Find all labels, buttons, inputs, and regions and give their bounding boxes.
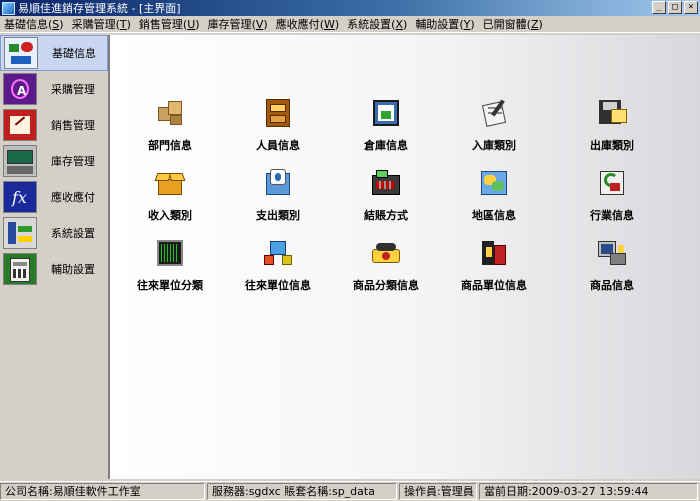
main-content: 部門信息 人員信息 倉庫信息 入庫類別 出庫類別 收入類別 支出類別 結賬方式 … bbox=[110, 35, 700, 479]
tile-settlement-method[interactable]: 結賬方式 bbox=[331, 167, 441, 227]
maximize-button[interactable]: □ bbox=[668, 1, 682, 14]
sidebar-item-label: 應收應付 bbox=[51, 191, 95, 204]
tile-label: 商品分類信息 bbox=[353, 279, 419, 292]
auxiliary-settings-icon bbox=[3, 253, 37, 285]
picture-icon bbox=[370, 97, 402, 129]
cabinet-icon bbox=[262, 97, 294, 129]
tile-label: 人員信息 bbox=[256, 139, 300, 152]
tile-label: 出庫類別 bbox=[590, 139, 634, 152]
tile-label: 地區信息 bbox=[472, 209, 516, 222]
purchase-icon: A bbox=[3, 73, 37, 105]
tile-label: 收入類別 bbox=[148, 209, 192, 222]
sidebar-item-label: 庫存管理 bbox=[51, 155, 95, 168]
status-bar: 公司名稱:易順佳軟件工作室 服務器:sgdxc 賬套名稱:sp_data 操作員… bbox=[0, 481, 700, 501]
tile-label: 商品信息 bbox=[590, 279, 634, 292]
app-icon bbox=[2, 1, 15, 15]
inventory-icon bbox=[3, 145, 37, 177]
basic-info-icon bbox=[4, 37, 38, 69]
map-icon bbox=[478, 167, 510, 199]
tile-product-info[interactable]: 商品信息 bbox=[557, 237, 667, 297]
tile-industry-info[interactable]: 行業信息 bbox=[557, 167, 667, 227]
tile-stock-in-category[interactable]: 入庫類別 bbox=[439, 97, 549, 157]
close-button[interactable]: × bbox=[684, 1, 698, 14]
disk-icon bbox=[596, 97, 628, 129]
status-company: 公司名稱:易順佳軟件工作室 bbox=[0, 483, 205, 500]
menu-inventory[interactable]: 庫存管理(V) bbox=[204, 17, 272, 32]
sidebar-item-label: 銷售管理 bbox=[51, 119, 95, 132]
tile-product-unit-info[interactable]: 商品單位信息 bbox=[439, 237, 549, 297]
network-icon bbox=[262, 237, 294, 269]
sidebar-item-label: 采購管理 bbox=[51, 83, 95, 96]
recycle-icon bbox=[596, 167, 628, 199]
system-settings-icon bbox=[3, 217, 37, 249]
open-box-icon bbox=[154, 167, 186, 199]
menu-open-windows[interactable]: 已開窗體(Z) bbox=[479, 17, 547, 32]
menu-system-settings[interactable]: 系統設置(X) bbox=[343, 17, 411, 32]
minimize-button[interactable]: _ bbox=[652, 1, 666, 14]
sidebar-item-sales[interactable]: 銷售管理 bbox=[0, 107, 108, 143]
tile-label: 部門信息 bbox=[148, 139, 192, 152]
bricks-icon bbox=[478, 237, 510, 269]
menu-basic-info[interactable]: 基礎信息(S) bbox=[0, 17, 68, 32]
tile-partner-info[interactable]: 往來單位信息 bbox=[223, 237, 333, 297]
sales-icon bbox=[3, 109, 37, 141]
tile-warehouse-info[interactable]: 倉庫信息 bbox=[331, 97, 441, 157]
tile-label: 往來單位分類 bbox=[137, 279, 203, 292]
phone-icon bbox=[370, 237, 402, 269]
sidebar-item-receivable-payable[interactable]: fx 應收應付 bbox=[0, 179, 108, 215]
tile-label: 支出類別 bbox=[256, 209, 300, 222]
tile-label: 行業信息 bbox=[590, 209, 634, 222]
status-date: 當前日期:2009-03-27 13:59:44 bbox=[479, 483, 698, 500]
status-operator: 操作員:管理員 bbox=[399, 483, 477, 500]
sidebar: 基礎信息 A 采購管理 銷售管理 庫存管理 fx 應收應付 系統設置 輔助設置 bbox=[0, 35, 110, 479]
window-title: 易順佳進銷存管理系統 - [主界面] bbox=[18, 2, 181, 15]
clipboard-icon bbox=[478, 97, 510, 129]
tile-income-category[interactable]: 收入類別 bbox=[115, 167, 225, 227]
tile-label: 入庫類別 bbox=[472, 139, 516, 152]
title-bar: 易順佳進銷存管理系統 - [主界面] _ □ × bbox=[0, 0, 700, 16]
tile-personnel-info[interactable]: 人員信息 bbox=[223, 97, 333, 157]
tile-partner-category[interactable]: 往來單位分類 bbox=[115, 237, 225, 297]
tile-label: 往來單位信息 bbox=[245, 279, 311, 292]
sidebar-item-basic-info[interactable]: 基礎信息 bbox=[0, 35, 108, 71]
menu-sales[interactable]: 銷售管理(U) bbox=[135, 17, 204, 32]
oscilloscope-icon bbox=[154, 237, 186, 269]
sidebar-item-system-settings[interactable]: 系統設置 bbox=[0, 215, 108, 251]
status-server: 服務器:sgdxc 賬套名稱:sp_data bbox=[207, 483, 397, 500]
tile-department-info[interactable]: 部門信息 bbox=[115, 97, 225, 157]
tile-label: 結賬方式 bbox=[364, 209, 408, 222]
tile-stock-out-category[interactable]: 出庫類別 bbox=[557, 97, 667, 157]
sidebar-item-purchase[interactable]: A 采購管理 bbox=[0, 71, 108, 107]
folder-icon bbox=[262, 167, 294, 199]
tile-product-category-info[interactable]: 商品分類信息 bbox=[331, 237, 441, 297]
menu-receivable-payable[interactable]: 應收應付(W) bbox=[272, 17, 343, 32]
register-icon bbox=[370, 167, 402, 199]
menu-bar: 基礎信息(S) 采購管理(T) 銷售管理(U) 庫存管理(V) 應收應付(W) … bbox=[0, 16, 700, 33]
menu-purchase[interactable]: 采購管理(T) bbox=[68, 17, 135, 32]
window-controls: _ □ × bbox=[652, 1, 698, 14]
tile-label: 商品單位信息 bbox=[461, 279, 527, 292]
menu-auxiliary-settings[interactable]: 輔助設置(Y) bbox=[411, 17, 478, 32]
sidebar-item-auxiliary-settings[interactable]: 輔助設置 bbox=[0, 251, 108, 287]
computer-icon bbox=[596, 237, 628, 269]
sidebar-item-inventory[interactable]: 庫存管理 bbox=[0, 143, 108, 179]
tile-expense-category[interactable]: 支出類別 bbox=[223, 167, 333, 227]
boxes-icon bbox=[154, 97, 186, 129]
sidebar-item-label: 輔助設置 bbox=[51, 263, 95, 276]
sidebar-item-label: 基礎信息 bbox=[52, 47, 96, 60]
tile-label: 倉庫信息 bbox=[364, 139, 408, 152]
sidebar-item-label: 系統設置 bbox=[51, 227, 95, 240]
receivable-payable-icon: fx bbox=[3, 181, 37, 213]
tile-region-info[interactable]: 地區信息 bbox=[439, 167, 549, 227]
